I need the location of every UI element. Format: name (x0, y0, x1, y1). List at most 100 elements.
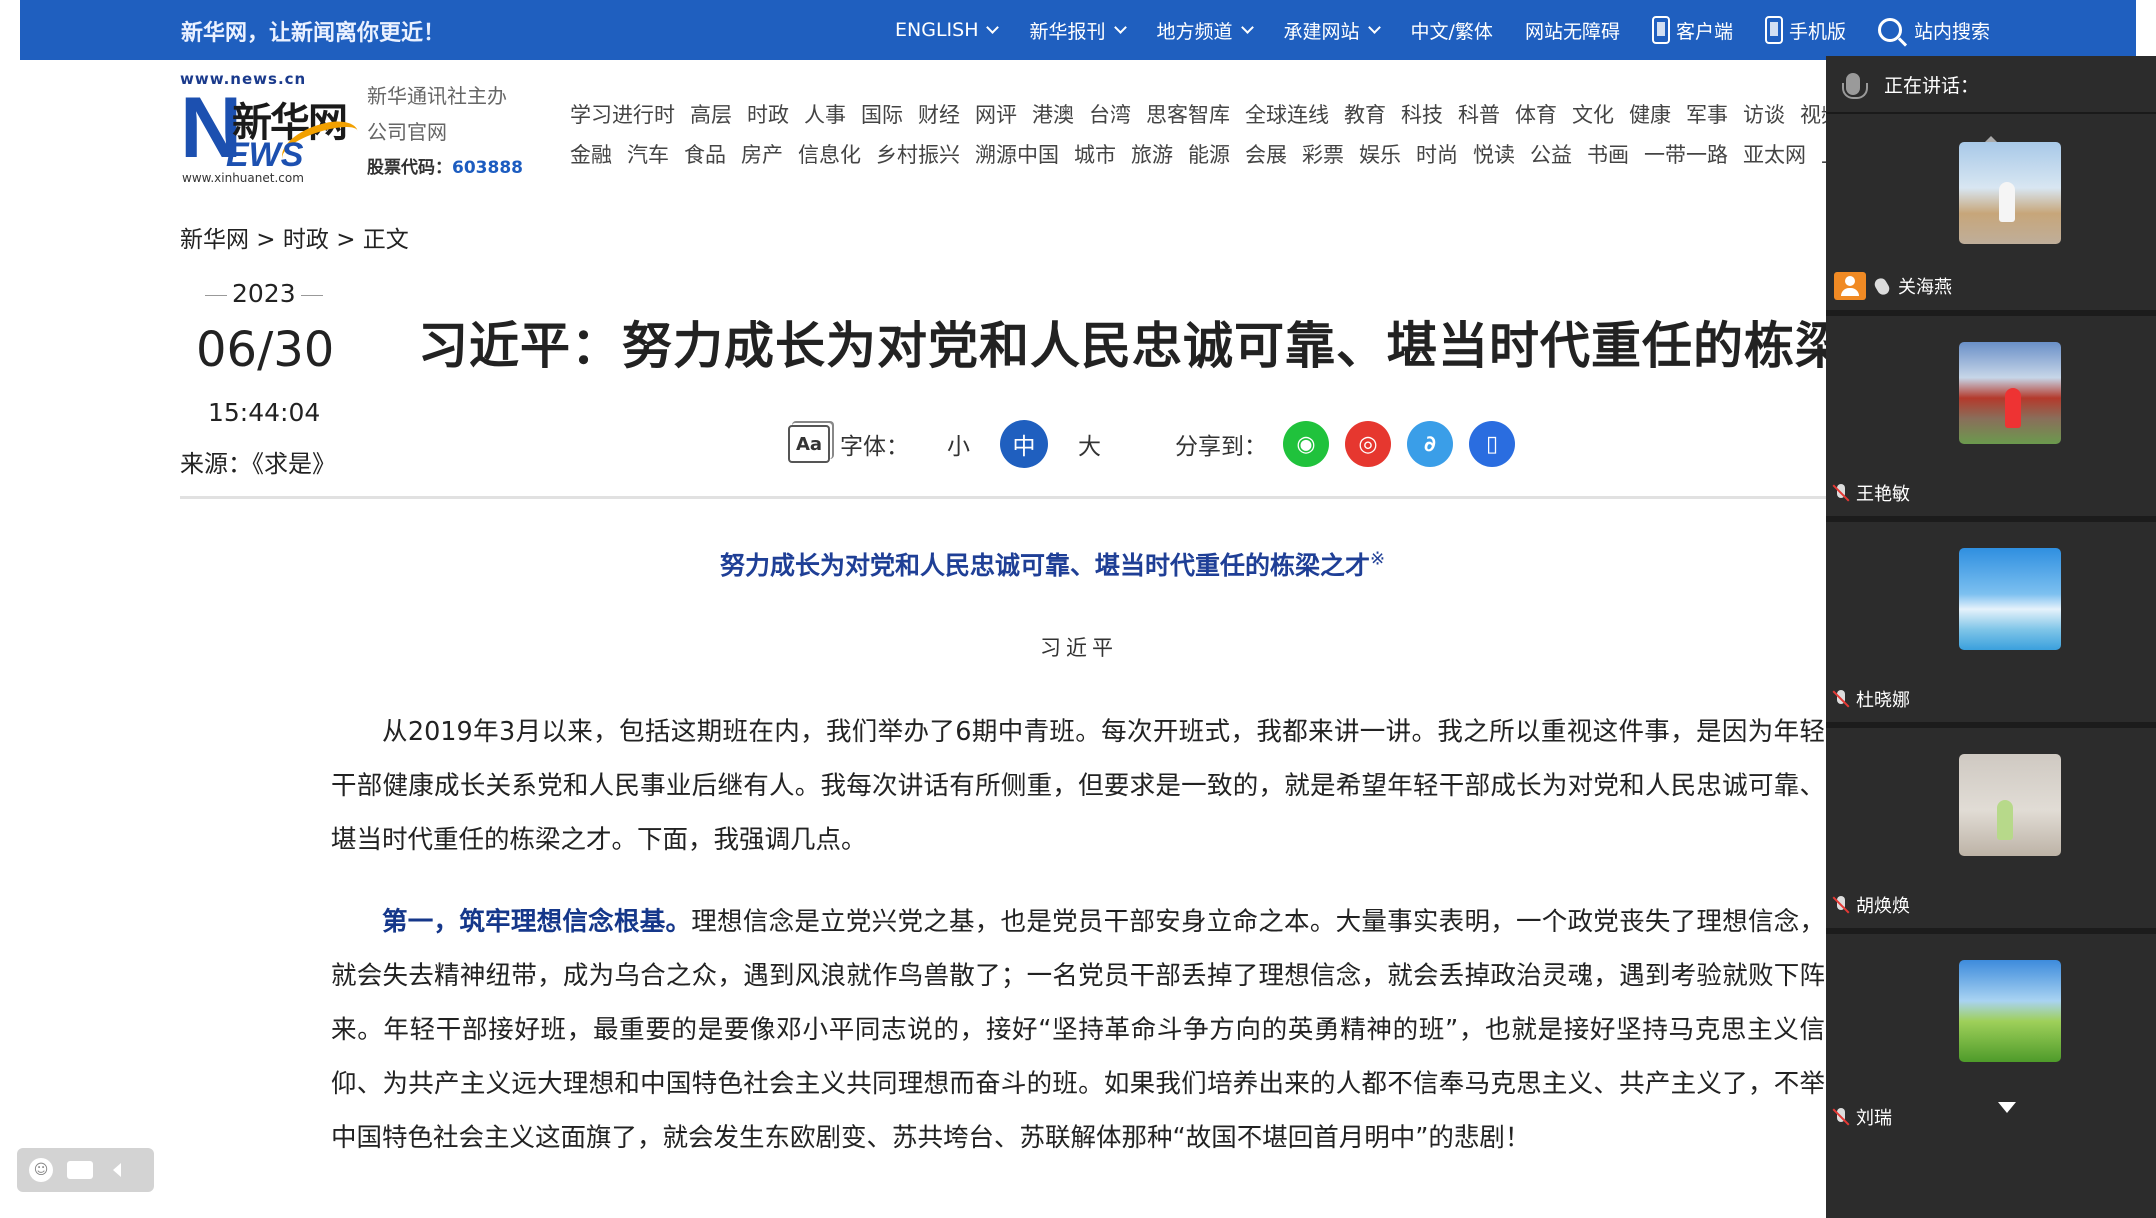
nav-site-search[interactable]: 站内搜索 (1877, 17, 1990, 44)
meeting-panel: 正在讲话： 关海燕 王艳敏 杜晓娜 胡焕焕 刘瑞 (1826, 56, 2156, 1218)
org-info: 新华通讯社主办 公司官网 股票代码：603888 (367, 78, 523, 186)
channel-link[interactable]: 台湾 (1089, 99, 1131, 129)
channel-link[interactable]: 公益 (1530, 139, 1572, 169)
channel-link[interactable]: 能源 (1188, 139, 1230, 169)
chat-icon[interactable] (67, 1161, 93, 1179)
stock-code: 股票代码：603888 (367, 158, 523, 178)
top-bar: 新华网，让新闻离你更近！ ENGLISH 新华报刊 地方频道 承建网站 中文/繁… (20, 0, 2136, 60)
channel-link[interactable]: 彩票 (1302, 139, 1344, 169)
channel-link[interactable]: 溯源中国 (975, 139, 1059, 169)
channel-link[interactable]: 一带一路 (1644, 139, 1728, 169)
participant-video (1959, 142, 2061, 244)
divider (180, 496, 1826, 499)
channel-link[interactable]: 娱乐 (1359, 139, 1401, 169)
channel-link[interactable]: 港澳 (1032, 99, 1074, 129)
channel-link[interactable]: 时政 (747, 99, 789, 129)
participant-video (1959, 960, 2061, 1062)
article-body: 从2019年3月以来，包括这期班在内，我们举办了6期中青班。每次开班式，我都来讲… (331, 705, 1825, 1193)
participant-tile[interactable]: 胡焕焕 (1826, 734, 2156, 934)
channel-row-1: 学习进行时 高层 时政 人事 国际 财经 网评 港澳 台湾 思客智库 全球连线 教育 科技 科普 体育 文化健… (570, 94, 1826, 134)
channel-link[interactable]: 网评 (975, 99, 1017, 129)
channel-link[interactable]: 信息化 (798, 139, 861, 169)
channel-link[interactable]: 书画 (1587, 139, 1629, 169)
channel-link[interactable]: 高层 (690, 99, 732, 129)
floating-toolbar[interactable]: ☺ (17, 1148, 154, 1192)
mic-muted-icon (1834, 690, 1848, 708)
paragraph: 第一，筑牢理想信念根基。理想信念是立党兴党之基，也是党员干部安身立命之本。大量事… (331, 907, 1825, 1153)
channel-link[interactable]: 健康 (1629, 99, 1671, 129)
nav-newspapers[interactable]: 新华报刊 (1029, 17, 1127, 44)
link-icon[interactable]: ∂ (1407, 421, 1453, 467)
article-tools: Aa 字体： 小 中 大 分享到： ◉ ◎ ∂ ▯ (788, 420, 1515, 468)
nav-local-channels[interactable]: 地方频道 (1157, 17, 1254, 44)
channel-nav: 学习进行时 高层 时政 人事 国际 财经 网评 港澳 台湾 思客智库 全球连线 教育 科技 科普 体育 文化健… (570, 94, 1826, 174)
font-medium-button[interactable]: 中 (1000, 420, 1048, 468)
channel-link[interactable]: 汽车 (627, 139, 669, 169)
channel-link[interactable]: 人事 (804, 99, 846, 129)
channel-link[interactable]: 时尚 (1416, 139, 1458, 169)
font-small-button[interactable]: 小 (947, 427, 970, 461)
participant-tile[interactable]: 王艳敏 (1826, 322, 2156, 522)
mobile-icon[interactable]: ▯ (1469, 421, 1515, 467)
channel-link[interactable]: 科普 (1458, 99, 1500, 129)
participant-name: 杜晓娜 (1834, 686, 1910, 712)
wechat-icon[interactable]: ◉ (1283, 421, 1329, 467)
channel-link[interactable]: 悦读 (1473, 139, 1515, 169)
font-label: 字体： (840, 434, 909, 460)
paragraph-highlight: 第一，筑牢理想信念根基。 (382, 907, 692, 937)
mic-muted-icon (1834, 896, 1848, 914)
breadcrumb[interactable]: 新华网 > 时政 > 正文 (180, 220, 409, 254)
channel-link[interactable]: 科技 (1401, 99, 1443, 129)
channel-link[interactable]: 金融 (570, 139, 612, 169)
nav-client-app[interactable]: 客户端 (1651, 16, 1733, 44)
channel-link[interactable]: 亚太网 (1743, 139, 1806, 169)
speaking-header: 正在讲话： (1826, 56, 2156, 114)
channel-link[interactable]: 乡村振兴 (876, 139, 960, 169)
article-source: 来源：《求是》 (180, 450, 336, 478)
nav-traditional-chinese[interactable]: 中文/繁体 (1411, 17, 1493, 44)
scroll-down-icon[interactable] (1998, 1102, 2016, 1113)
chevron-down-icon (1113, 21, 1127, 34)
participant-name: 刘瑞 (1834, 1104, 1892, 1130)
font-large-button[interactable]: 大 (1078, 427, 1101, 461)
nav-english[interactable]: ENGLISH (895, 19, 1000, 41)
collapse-arrow-icon[interactable] (113, 1163, 121, 1177)
nav-mobile[interactable]: 手机版 (1764, 16, 1846, 44)
channel-link[interactable]: 会展 (1245, 139, 1287, 169)
publish-date: 06/30 (196, 322, 335, 378)
channel-link[interactable]: 访谈 (1743, 99, 1785, 129)
share-label: 分享到： (1175, 434, 1267, 460)
channel-link[interactable]: 教育 (1344, 99, 1386, 129)
channel-link[interactable]: 体育 (1515, 99, 1557, 129)
channel-link[interactable]: 房产 (741, 139, 783, 169)
channel-link[interactable]: 旅游 (1131, 139, 1173, 169)
microphone-icon (1842, 73, 1868, 99)
search-icon (1877, 18, 1902, 42)
weibo-icon[interactable]: ◎ (1345, 421, 1391, 467)
chevron-down-icon (1240, 21, 1254, 34)
participant-tile[interactable]: 杜晓娜 (1826, 528, 2156, 728)
chevron-down-icon (1367, 21, 1381, 34)
channel-link[interactable]: 国际 (861, 99, 903, 129)
channel-link[interactable]: 学习进行时 (570, 99, 675, 129)
nav-accessibility[interactable]: 网站无障碍 (1525, 17, 1620, 44)
channel-link[interactable]: 视频 (1800, 99, 1826, 129)
article-subtitle: 努力成长为对党和人民忠诚可靠、堪当时代重任的栋梁之才※ (720, 548, 1386, 580)
channel-link[interactable]: 文化 (1572, 99, 1614, 129)
participant-tile[interactable]: 刘瑞 (1826, 940, 2156, 1140)
channel-link[interactable]: 军事 (1686, 99, 1728, 129)
nav-hosted-sites[interactable]: 承建网站 (1284, 17, 1381, 44)
channel-row-2: 金融 汽车 食品 房产 信息化 乡村振兴 溯源中国 城市 旅游 能源 会展 彩票 娱乐 时尚 悦读 公益 书画一… (570, 134, 1826, 174)
channel-link[interactable]: 城市 (1074, 139, 1116, 169)
channel-link[interactable]: 思客智库 (1146, 99, 1230, 129)
emoji-icon[interactable]: ☺ (29, 1158, 53, 1182)
channel-link[interactable]: 财经 (918, 99, 960, 129)
participant-video (1959, 342, 2061, 444)
chevron-down-icon (986, 21, 1000, 34)
xinhua-logo[interactable]: www.news.cn N 新华网 EWS www.xinhuanet.com (180, 70, 364, 185)
participant-tile[interactable]: 关海燕 (1826, 116, 2156, 316)
mic-muted-icon (1834, 1108, 1848, 1126)
participant-video (1959, 548, 2061, 650)
channel-link[interactable]: 全球连线 (1245, 99, 1329, 129)
channel-link[interactable]: 食品 (684, 139, 726, 169)
